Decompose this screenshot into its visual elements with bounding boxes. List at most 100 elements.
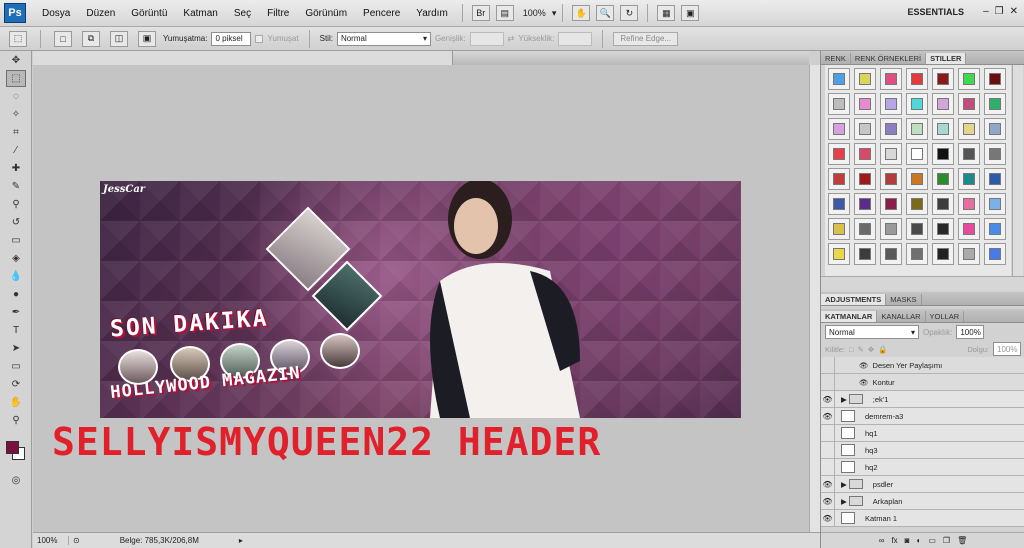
layer-row[interactable]: 👁 ▶ psdler (821, 476, 1024, 493)
style-swatch[interactable] (984, 68, 1006, 90)
effect-eye-icon[interactable]: 👁 (859, 378, 869, 387)
restore-icon[interactable]: ❐ (995, 6, 1004, 17)
add-selection-icon[interactable]: ⧉ (82, 30, 100, 47)
expand-arrow-icon[interactable]: ▶ (841, 395, 847, 404)
lock-pixels-icon[interactable]: ✎ (858, 345, 864, 354)
visibility-eye-icon[interactable]: 👁 (821, 408, 835, 424)
visibility-eye-icon[interactable] (821, 459, 835, 475)
layer-row[interactable]: 👁 ▶ ;ek'1 (821, 391, 1024, 408)
new-group-icon[interactable]: ▭ (928, 536, 936, 545)
style-swatch[interactable] (828, 118, 850, 140)
style-swatch[interactable] (958, 143, 980, 165)
tab-swatches[interactable]: RENK ÖRNEKLERİ (851, 53, 927, 64)
healing-brush-icon[interactable]: ✚ (6, 160, 26, 177)
rotate-view-icon[interactable]: ↻ (620, 5, 639, 21)
trash-icon[interactable]: 🗑 (957, 536, 967, 545)
style-swatch[interactable] (958, 193, 980, 215)
style-swatch[interactable] (880, 168, 902, 190)
style-swatch[interactable] (854, 118, 876, 140)
blur-tool-icon[interactable]: 💧 (6, 268, 26, 285)
hand-tool-icon[interactable]: ✋ (6, 394, 26, 411)
style-swatch[interactable] (828, 143, 850, 165)
style-swatch[interactable] (854, 243, 876, 265)
quick-mask-icon[interactable]: ◎ (6, 472, 26, 489)
crop-tool-icon[interactable]: ⌗ (6, 124, 26, 141)
feather-input[interactable]: 0 piksel (211, 31, 252, 46)
dodge-tool-icon[interactable]: ● (6, 286, 26, 303)
styles-scrollbar[interactable] (1012, 65, 1023, 276)
tab-paths[interactable]: YOLLAR (926, 311, 965, 322)
style-swatch[interactable] (932, 218, 954, 240)
history-brush-icon[interactable]: ↺ (6, 214, 26, 231)
style-swatch[interactable] (958, 218, 980, 240)
width-input[interactable] (469, 31, 504, 46)
workspace-switcher[interactable]: ESSENTIALS (907, 7, 964, 17)
style-swatch[interactable] (932, 143, 954, 165)
style-swatch[interactable] (906, 118, 928, 140)
adjustment-layer-icon[interactable]: ◐ (917, 536, 922, 545)
zoom-tool-icon[interactable]: ⚲ (6, 412, 26, 429)
style-swatch[interactable] (906, 68, 928, 90)
style-swatch[interactable] (984, 118, 1006, 140)
expand-arrow-icon[interactable]: ▶ (841, 497, 847, 506)
tab-layers[interactable]: KATMANLAR (821, 311, 878, 322)
visibility-eye-icon[interactable]: 👁 (821, 510, 835, 526)
style-swatch[interactable] (880, 218, 902, 240)
new-layer-icon[interactable]: ❐ (943, 536, 950, 545)
brush-tool-icon[interactable]: ✎ (6, 178, 26, 195)
eraser-icon[interactable]: ▭ (6, 232, 26, 249)
style-swatch[interactable] (828, 218, 850, 240)
menu-file[interactable]: Dosya (34, 8, 78, 19)
menu-filter[interactable]: Filtre (259, 8, 297, 19)
pen-tool-icon[interactable]: ✒ (6, 304, 26, 321)
clone-stamp-icon[interactable]: ⚲ (6, 196, 26, 213)
lasso-tool-icon[interactable]: ◌ (6, 88, 26, 105)
style-swatch[interactable] (958, 68, 980, 90)
menu-window[interactable]: Pencere (355, 8, 408, 19)
layer-row[interactable]: 👁 Kontur (821, 374, 1024, 391)
intersect-selection-icon[interactable]: ▣ (138, 30, 156, 47)
style-swatch[interactable] (828, 193, 850, 215)
style-swatch[interactable] (984, 143, 1006, 165)
visibility-eye-icon[interactable]: 👁 (821, 476, 835, 492)
style-swatch[interactable] (828, 68, 850, 90)
layer-row[interactable]: 👁 Katman 1 (821, 510, 1024, 527)
menu-help[interactable]: Yardım (408, 8, 456, 19)
style-swatch[interactable] (984, 243, 1006, 265)
style-swatch[interactable] (906, 193, 928, 215)
style-swatch[interactable] (958, 93, 980, 115)
layer-mask-icon[interactable]: ◙ (905, 536, 910, 545)
new-selection-icon[interactable]: □ (54, 30, 72, 47)
style-swatch[interactable] (854, 193, 876, 215)
marquee-tool-icon[interactable]: ⬚ (6, 70, 26, 87)
style-swatch[interactable] (854, 218, 876, 240)
style-swatch[interactable] (880, 143, 902, 165)
chevron-down-icon[interactable]: ▾ (552, 8, 557, 19)
visibility-eye-icon[interactable]: 👁 (821, 493, 835, 509)
style-swatch[interactable] (854, 68, 876, 90)
subtract-selection-icon[interactable]: ◫ (110, 30, 128, 47)
layer-row[interactable]: hq2 (821, 459, 1024, 476)
style-swatch[interactable] (906, 93, 928, 115)
layer-style-icon[interactable]: fx (891, 536, 897, 545)
effect-eye-icon[interactable]: 👁 (859, 361, 869, 370)
paint-bucket-icon[interactable]: ◈ (6, 250, 26, 267)
style-swatch[interactable] (880, 118, 902, 140)
style-swatch[interactable] (880, 193, 902, 215)
style-swatch[interactable] (984, 93, 1006, 115)
style-swatch[interactable] (880, 93, 902, 115)
status-zoom[interactable]: 100% (33, 536, 69, 545)
eyedropper-icon[interactable]: ⁄ (6, 142, 26, 159)
zoom-tool-icon[interactable]: 🔍 (596, 5, 615, 21)
visibility-eye-icon[interactable] (821, 357, 835, 373)
magic-wand-icon[interactable]: ✧ (6, 106, 26, 123)
layer-row[interactable]: hq1 (821, 425, 1024, 442)
style-swatch[interactable] (828, 93, 850, 115)
visibility-eye-icon[interactable] (821, 442, 835, 458)
style-swatch[interactable] (906, 168, 928, 190)
visibility-eye-icon[interactable] (821, 374, 835, 390)
type-tool-icon[interactable]: T (6, 322, 26, 339)
style-swatch[interactable] (984, 168, 1006, 190)
style-swatch[interactable] (906, 243, 928, 265)
menu-select[interactable]: Seç (226, 8, 259, 19)
